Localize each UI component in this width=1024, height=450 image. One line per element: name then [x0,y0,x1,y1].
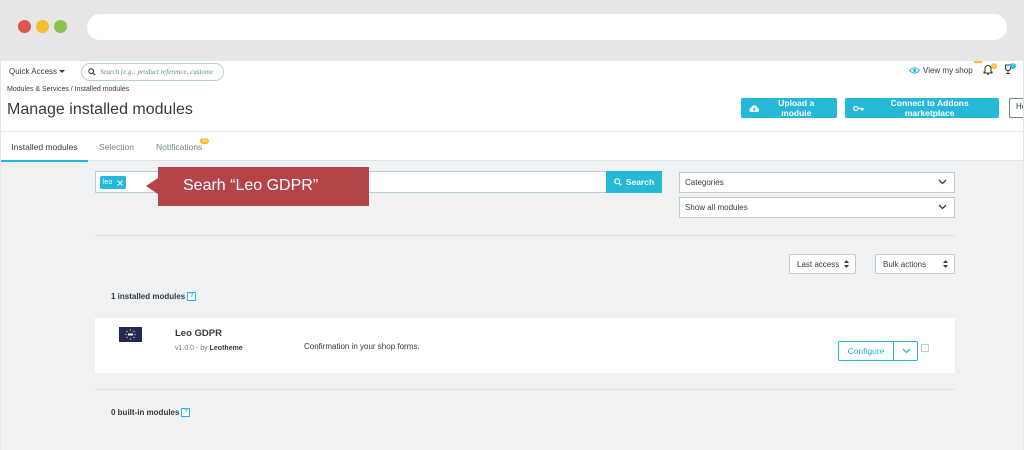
instruction-callout: Searh “Leo GDPR” [158,167,369,206]
search-icon [88,68,96,76]
sort-last-access-select[interactable]: Last access [789,254,856,274]
admin-search[interactable] [81,63,224,81]
maximize-window-dot[interactable] [54,20,67,33]
tab-notifications[interactable]: Notifications [156,132,202,162]
search-button-label: Search [625,177,655,187]
categories-select-value: Categories [685,178,724,187]
divider [95,389,955,390]
module-select-checkbox[interactable] [921,344,929,352]
close-icon[interactable] [117,179,124,186]
notifications-count-badge: 0 [991,63,997,69]
search-icon [614,178,622,186]
notifications-tab-badge: 10 [200,138,209,144]
sort-arrows-icon [844,260,849,268]
chevron-down-icon [938,179,947,185]
module-version: v1.0.0 - by [175,345,210,352]
browser-window: Quick Access View my shop 0 7 Modules & … [0,0,1024,450]
address-bar[interactable] [87,14,1007,40]
upload-module-button[interactable]: Upload a module [741,98,837,118]
search-tag-label: leo [103,179,113,186]
eye-icon [909,67,920,74]
module-row: Leo GDPR v1.0.0 - by Leotheme Confirmati… [95,318,955,373]
search-tag: leo [100,176,127,189]
module-name[interactable]: Leo GDPR [175,328,222,339]
module-actions-dropdown[interactable] [893,341,918,361]
installed-modules-count: 1 installed modules [111,292,186,301]
page-viewport: Quick Access View my shop 0 7 Modules & … [1,61,1023,450]
sort-last-access-label: Last access [797,260,840,269]
admin-search-input[interactable] [100,65,222,79]
view-shop-link[interactable]: View my shop [909,66,973,75]
close-window-dot[interactable] [18,20,31,33]
minimize-window-dot[interactable] [36,20,49,33]
builtin-modules-count: 0 built-in modules [111,408,180,417]
bulk-actions-label: Bulk actions [883,260,927,269]
builtin-modules-heading: 0 built-in modules? [111,408,191,418]
divider [95,235,955,236]
tab-selection[interactable]: Selection [99,132,134,162]
view-shop-label: View my shop [923,66,973,75]
chevron-down-icon [938,204,947,210]
module-meta: v1.0.0 - by Leotheme [175,345,243,352]
bulk-actions-select[interactable]: Bulk actions [875,254,955,274]
breadcrumb[interactable]: Modules & Services / Installed modules [7,86,129,93]
cloud-upload-icon [749,104,760,112]
caret-down-icon [59,70,66,74]
key-icon [853,105,864,111]
upload-module-label: Upload a module [778,98,815,118]
admin-topbar: Quick Access View my shop 0 7 [1,61,1023,83]
show-modules-select-value: Show all modules [685,203,748,212]
tab-installed-modules[interactable]: Installed modules [1,132,88,162]
chevron-down-icon [902,348,911,354]
quick-access-menu[interactable]: Quick Access [9,67,66,76]
help-button[interactable]: He [1009,98,1023,118]
categories-select[interactable]: Categories [679,172,955,193]
installed-modules-heading: 1 installed modules? [111,292,197,302]
configure-button[interactable]: Configure [838,341,894,361]
module-logo-eu-flag [119,327,142,342]
module-description: Confirmation in your shop forms. [304,342,420,351]
connect-addons-label: Connect to Addons marketplace [890,98,969,118]
connect-addons-button[interactable]: Connect to Addons marketplace [845,98,999,118]
module-author: Leotheme [209,345,243,352]
callout-arrow [146,178,158,194]
top-accent-bar [974,61,982,63]
help-icon[interactable]: ? [181,408,191,418]
search-button[interactable]: Search [606,171,662,193]
page-title: Manage installed modules [7,101,193,118]
sort-arrows-icon [943,260,948,268]
help-icon[interactable]: ? [187,292,197,302]
page-header: Modules & Services / Installed modules M… [1,83,1023,131]
show-modules-select[interactable]: Show all modules [679,197,955,218]
trophy-count-badge: 7 [1010,63,1016,69]
module-tabs: Installed modules Selection Notification… [1,131,1023,162]
quick-access-label: Quick Access [9,67,58,76]
